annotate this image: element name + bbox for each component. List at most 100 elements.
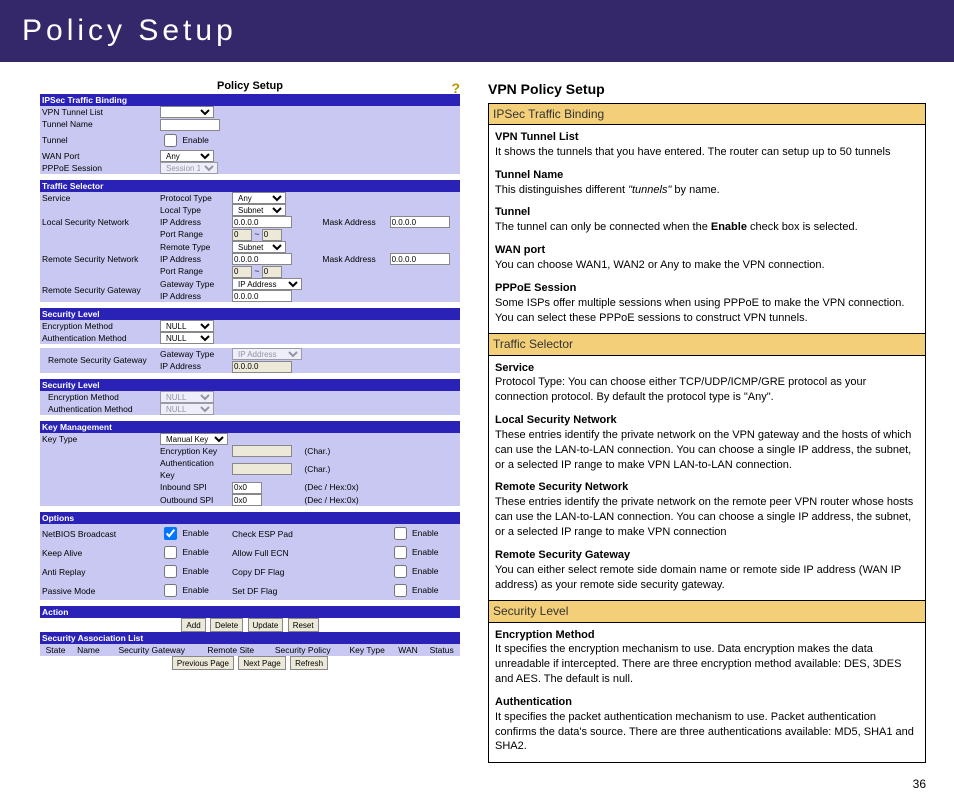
lbl-tunnel-name: Tunnel Name bbox=[40, 118, 158, 131]
local-port-to bbox=[262, 229, 282, 241]
sublbl-gw-type2: Gateway Type bbox=[158, 348, 230, 360]
lbl-enc-method: Encryption Method bbox=[40, 320, 158, 332]
doc-t-lsn: Local Security Network bbox=[495, 414, 617, 426]
sa-col-policy: Security Policy bbox=[264, 644, 342, 656]
delete-button[interactable] bbox=[210, 618, 243, 632]
lbl-char2: (Char.) bbox=[302, 457, 460, 481]
doc-h-ipsec: IPSec Traffic Binding bbox=[489, 104, 925, 125]
lbl-key-type: Key Type bbox=[40, 433, 158, 445]
sa-col-state: State bbox=[40, 644, 71, 656]
gateway-type-select[interactable]: IP Address bbox=[232, 278, 302, 290]
doc-t-rsn: Remote Security Network bbox=[495, 481, 628, 493]
encryption-key-input bbox=[232, 445, 292, 457]
section-action: Action bbox=[40, 606, 460, 618]
lbl-enable: Enable bbox=[182, 134, 208, 144]
gateway-type-select2: IP Address bbox=[232, 348, 302, 360]
vpn-tunnel-list-select[interactable] bbox=[160, 106, 214, 118]
lbl-dechex1: (Dec / Hex:0x) bbox=[302, 481, 460, 494]
add-button[interactable] bbox=[181, 618, 205, 632]
sublbl-gw-type: Gateway Type bbox=[158, 278, 230, 290]
remote-mask-input[interactable] bbox=[390, 253, 450, 265]
lbl-remote-sec-gw: Remote Security Gateway bbox=[40, 278, 158, 303]
encryption-method-select2: NULL bbox=[160, 391, 214, 403]
netbios-checkbox[interactable] bbox=[164, 527, 177, 540]
lbl-check-esp: Check ESP Pad bbox=[230, 524, 388, 543]
auth-method-select2: NULL bbox=[160, 403, 214, 415]
tunnel-enable-checkbox[interactable] bbox=[164, 134, 177, 147]
inbound-spi-input[interactable] bbox=[232, 482, 262, 494]
gateway-ip-input[interactable] bbox=[232, 290, 292, 302]
doc-t-tunnel-name: Tunnel Name bbox=[495, 169, 563, 181]
section-security-level2: Security Level bbox=[40, 379, 460, 391]
remote-port-from bbox=[232, 266, 252, 278]
local-mask-input[interactable] bbox=[390, 216, 450, 228]
anti-replay-checkbox[interactable] bbox=[164, 565, 177, 578]
copy-df-checkbox[interactable] bbox=[394, 565, 407, 578]
doc-b-enc: It specifies the encryption mechanism to… bbox=[495, 643, 901, 685]
lbl-vpn-tunnel-list: VPN Tunnel List bbox=[40, 106, 158, 118]
sublbl-local-type: Local Type bbox=[158, 204, 230, 216]
refresh-button[interactable] bbox=[290, 656, 328, 670]
doc-t-service: Service bbox=[495, 362, 534, 374]
sublbl-ip-address4: IP Address bbox=[158, 360, 230, 373]
doc-t-vpn-tunnel-list: VPN Tunnel List bbox=[495, 131, 579, 143]
remote-port-to bbox=[262, 266, 282, 278]
encryption-method-select[interactable]: NULL bbox=[160, 320, 214, 332]
sublbl-remote-type: Remote Type bbox=[158, 241, 230, 253]
update-button[interactable] bbox=[248, 618, 284, 632]
outbound-spi-input[interactable] bbox=[232, 494, 262, 506]
tunnel-name-input[interactable] bbox=[160, 119, 220, 131]
set-df-checkbox[interactable] bbox=[394, 584, 407, 597]
next-page-button[interactable] bbox=[238, 656, 285, 670]
key-type-select[interactable]: Manual Key bbox=[160, 433, 228, 445]
reset-button[interactable] bbox=[288, 618, 319, 632]
doc-h-sec: Security Level bbox=[489, 600, 925, 622]
page-number: 36 bbox=[0, 773, 954, 803]
doc-t-tunnel: Tunnel bbox=[495, 206, 530, 218]
allow-ecn-checkbox[interactable] bbox=[394, 546, 407, 559]
router-form-image: Policy Setup ? IPSec Traffic Binding VPN… bbox=[40, 80, 460, 763]
lbl-auth-method: Authentication Method bbox=[40, 332, 158, 344]
auth-method-select[interactable]: NULL bbox=[160, 332, 214, 344]
lbl-keep-alive: Keep Alive bbox=[40, 543, 158, 562]
lbl-dechex2: (Dec / Hex:0x) bbox=[302, 494, 460, 507]
doc-title: VPN Policy Setup bbox=[488, 80, 926, 99]
page-body: Policy Setup ? IPSec Traffic Binding VPN… bbox=[0, 62, 954, 773]
sa-col-key: Key Type bbox=[342, 644, 393, 656]
sa-col-name: Name bbox=[71, 644, 106, 656]
auth-key-input bbox=[232, 463, 292, 475]
local-type-select[interactable]: Subnet bbox=[232, 204, 286, 216]
doc-t-wan: WAN port bbox=[495, 244, 545, 256]
lbl-wan-port: WAN Port bbox=[40, 150, 158, 162]
sa-col-status: Status bbox=[423, 644, 460, 656]
lbl-allow-ecn: Allow Full ECN bbox=[230, 543, 388, 562]
protocol-type-select[interactable]: Any bbox=[232, 192, 286, 204]
keep-alive-checkbox[interactable] bbox=[164, 546, 177, 559]
sublbl-mask1: Mask Address bbox=[302, 216, 387, 229]
sublbl-port-range2: Port Range bbox=[158, 265, 230, 278]
check-esp-checkbox[interactable] bbox=[394, 527, 407, 540]
section-ipsec-binding: IPSec Traffic Binding bbox=[40, 94, 460, 106]
lbl-tunnel: Tunnel bbox=[40, 131, 158, 150]
wan-port-select[interactable]: Any bbox=[160, 150, 214, 162]
passive-mode-checkbox[interactable] bbox=[164, 584, 177, 597]
doc-b-auth: It specifies the packet authentication m… bbox=[495, 711, 914, 753]
remote-type-select[interactable]: Subnet bbox=[232, 241, 286, 253]
prev-page-button[interactable] bbox=[172, 656, 234, 670]
lbl-local-sec-net: Local Security Network bbox=[40, 216, 158, 229]
page-title: Policy Setup bbox=[0, 0, 954, 62]
lbl-copy-df: Copy DF Flag bbox=[230, 562, 388, 581]
lbl-anti-replay: Anti Replay bbox=[40, 562, 158, 581]
sa-col-wan: WAN bbox=[393, 644, 424, 656]
section-options: Options bbox=[40, 512, 460, 524]
doc-b-wan: You can choose WAN1, WAN2 or Any to make… bbox=[495, 259, 825, 271]
lbl-set-df: Set DF Flag bbox=[230, 581, 388, 600]
local-port-from bbox=[232, 229, 252, 241]
remote-ip-input[interactable] bbox=[232, 253, 292, 265]
sublbl-mask2: Mask Address bbox=[302, 253, 387, 266]
doc-b-service: Protocol Type: You can choose either TCP… bbox=[495, 376, 866, 403]
section-key-mgmt: Key Management bbox=[40, 421, 460, 433]
local-ip-input[interactable] bbox=[232, 216, 292, 228]
help-icon[interactable]: ? bbox=[451, 80, 460, 96]
sublbl-protocol-type: Protocol Type bbox=[158, 192, 230, 204]
